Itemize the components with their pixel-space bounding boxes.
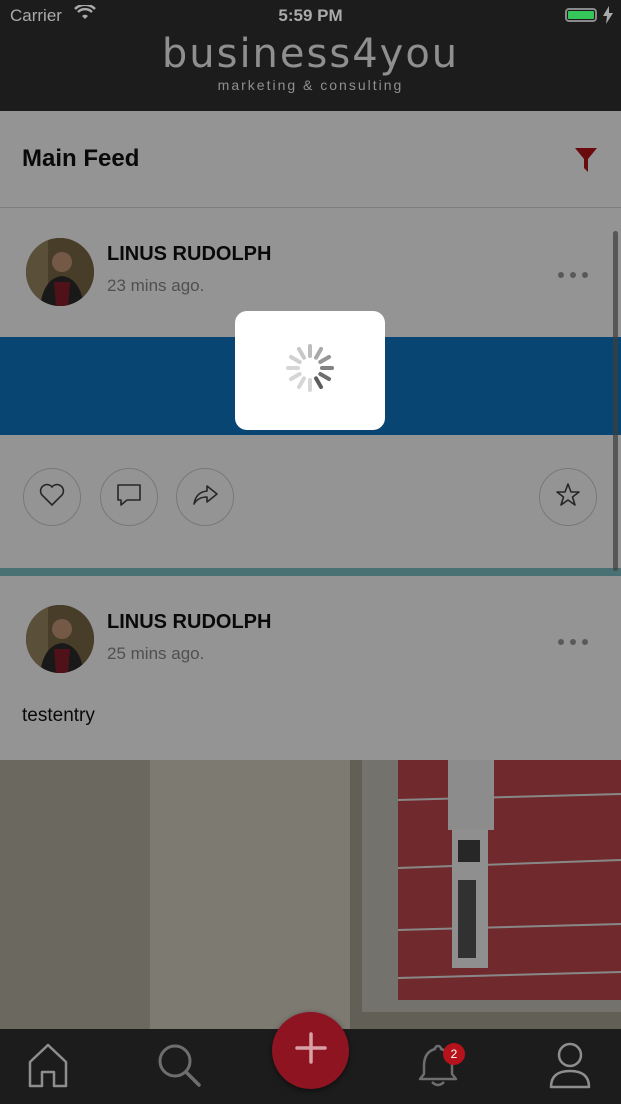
brand-tagline: marketing & consulting — [217, 77, 404, 93]
status-time: 5:59 PM — [278, 6, 343, 25]
plus-icon — [294, 1031, 328, 1070]
brand-logo: business4you marketing & consulting — [0, 32, 621, 94]
loading-overlay — [0, 111, 621, 1029]
tab-profile[interactable] — [546, 1041, 594, 1094]
app-header: business4you marketing & consulting — [0, 32, 621, 111]
notification-badge: 2 — [443, 1043, 465, 1065]
brand-name: business4you — [161, 31, 460, 77]
tab-search[interactable] — [155, 1043, 203, 1091]
tab-home[interactable] — [24, 1043, 72, 1091]
battery-icon — [565, 8, 597, 22]
home-icon — [26, 1042, 70, 1093]
search-icon — [156, 1042, 202, 1093]
status-bar: Carrier 5:59 PM — [0, 0, 621, 32]
charging-icon — [603, 6, 613, 29]
user-icon — [548, 1041, 592, 1094]
spinner-icon — [282, 340, 338, 401]
new-post-button[interactable] — [272, 1012, 349, 1089]
loading-indicator — [235, 311, 385, 430]
